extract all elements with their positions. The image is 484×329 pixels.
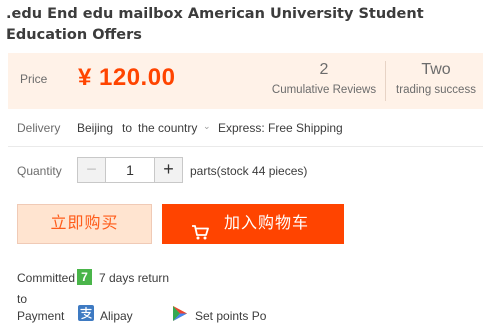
- committed-to-label: to: [17, 292, 28, 306]
- points-icon: [172, 305, 188, 322]
- reviews-stat[interactable]: 2 Cumulative Reviews: [266, 60, 382, 98]
- add-to-cart-button[interactable]: 加入购物车: [162, 204, 344, 244]
- trading-label: trading success: [396, 84, 476, 96]
- shipping-info: Express: Free Shipping: [218, 121, 343, 135]
- delivery-origin: Beijing: [77, 121, 114, 135]
- product-title: .edu End edu mailbox American University…: [6, 6, 424, 43]
- quantity-label: Quantity: [17, 164, 62, 178]
- delivery-to-word: to: [122, 121, 133, 135]
- stock-info: parts(stock 44 pieces): [190, 164, 308, 178]
- price-panel: Price ¥ 120.00 2 Cumulative Reviews Two …: [8, 53, 483, 109]
- seven-day-return-text[interactable]: 7 days return: [99, 271, 169, 285]
- points-text: Set points Po: [195, 309, 267, 323]
- add-to-cart-label: 加入购物车: [224, 215, 310, 232]
- price-label: Price: [20, 72, 48, 86]
- delivery-destination-select[interactable]: the country: [138, 121, 197, 135]
- trading-count: Two: [421, 61, 451, 78]
- trading-stat: Two trading success: [389, 60, 483, 98]
- quantity-decrease-button[interactable]: −: [77, 157, 106, 183]
- buy-now-button[interactable]: 立即购买: [17, 204, 152, 244]
- seven-day-return-icon: 7: [77, 269, 92, 285]
- quantity-input[interactable]: 1: [105, 157, 155, 183]
- committed-label: Committed: [17, 271, 76, 285]
- reviews-label: Cumulative Reviews: [271, 84, 377, 96]
- divider: [8, 146, 483, 147]
- quantity-increase-button[interactable]: +: [154, 157, 183, 183]
- stat-divider: [385, 61, 386, 101]
- chevron-down-icon[interactable]: ⌄: [203, 121, 211, 132]
- alipay-text: Alipay: [100, 309, 133, 323]
- delivery-label: Delivery: [17, 121, 61, 135]
- price-value: ¥ 120.00: [78, 64, 176, 91]
- payment-label: Payment: [17, 309, 65, 323]
- cart-icon: [191, 216, 209, 256]
- alipay-icon: [78, 305, 94, 321]
- reviews-count: 2: [319, 61, 329, 78]
